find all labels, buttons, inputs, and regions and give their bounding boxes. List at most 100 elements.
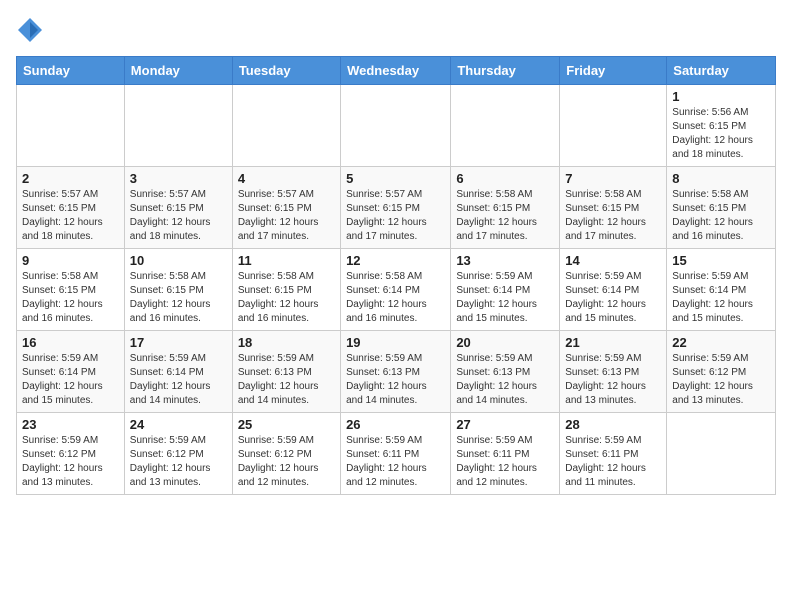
day-number: 17 (130, 335, 227, 350)
day-info: Sunrise: 5:57 AM Sunset: 6:15 PM Dayligh… (22, 188, 119, 244)
day-number: 19 (346, 335, 445, 350)
day-info: Sunrise: 5:58 AM Sunset: 6:15 PM Dayligh… (672, 188, 770, 244)
calendar-cell: 4 Sunrise: 5:57 AM Sunset: 6:15 PM Daylig… (232, 167, 340, 249)
day-number: 22 (672, 335, 770, 350)
calendar-cell: 26Sunrise: 5:59 AM Sunset: 6:11 PM Dayli… (341, 413, 451, 495)
calendar-cell: 8 Sunrise: 5:58 AM Sunset: 6:15 PM Daylig… (667, 167, 776, 249)
calendar-cell: 7 Sunrise: 5:58 AM Sunset: 6:15 PM Daylig… (560, 167, 667, 249)
day-of-week-header: Thursday (451, 57, 560, 85)
day-info: Sunrise: 5:59 AM Sunset: 6:13 PM Dayligh… (346, 352, 445, 408)
calendar-cell: 15Sunrise: 5:59 AM Sunset: 6:14 PM Dayli… (667, 249, 776, 331)
day-info: Sunrise: 5:59 AM Sunset: 6:12 PM Dayligh… (22, 434, 119, 490)
day-info: Sunrise: 5:58 AM Sunset: 6:15 PM Dayligh… (456, 188, 554, 244)
calendar-cell (124, 85, 232, 167)
day-info: Sunrise: 5:59 AM Sunset: 6:13 PM Dayligh… (238, 352, 335, 408)
calendar-cell: 21 Sunrise: 5:59 AM Sunset: 6:13 PM Dayli… (560, 331, 667, 413)
calendar-cell (560, 85, 667, 167)
day-of-week-header: Sunday (17, 57, 125, 85)
day-info: Sunrise: 5:58 AM Sunset: 6:15 PM Dayligh… (238, 270, 335, 326)
calendar-cell: 17 Sunrise: 5:59 AM Sunset: 6:14 PM Dayli… (124, 331, 232, 413)
day-info: Sunrise: 5:59 AM Sunset: 6:14 PM Dayligh… (456, 270, 554, 326)
calendar-cell: 22 Sunrise: 5:59 AM Sunset: 6:12 PM Dayli… (667, 331, 776, 413)
calendar-cell: 12 Sunrise: 5:58 AM Sunset: 6:14 PM Dayli… (341, 249, 451, 331)
calendar-week-row: 2 Sunrise: 5:57 AM Sunset: 6:15 PM Daylig… (17, 167, 776, 249)
calendar-cell: 9 Sunrise: 5:58 AM Sunset: 6:15 PM Daylig… (17, 249, 125, 331)
day-number: 28 (565, 417, 661, 432)
day-of-week-header: Saturday (667, 57, 776, 85)
calendar-cell: 14 Sunrise: 5:59 AM Sunset: 6:14 PM Dayli… (560, 249, 667, 331)
day-number: 11 (238, 253, 335, 268)
day-number: 5 (346, 171, 445, 186)
day-number: 15 (672, 253, 770, 268)
day-info: Sunrise: 5:58 AM Sunset: 6:15 PM Dayligh… (130, 270, 227, 326)
calendar-week-row: 1 Sunrise: 5:56 AM Sunset: 6:15 PM Daylig… (17, 85, 776, 167)
calendar-week-row: 16Sunrise: 5:59 AM Sunset: 6:14 PM Dayli… (17, 331, 776, 413)
calendar-cell: 2 Sunrise: 5:57 AM Sunset: 6:15 PM Daylig… (17, 167, 125, 249)
calendar-week-row: 9 Sunrise: 5:58 AM Sunset: 6:15 PM Daylig… (17, 249, 776, 331)
day-info: Sunrise: 5:59 AM Sunset: 6:13 PM Dayligh… (456, 352, 554, 408)
day-number: 3 (130, 171, 227, 186)
calendar-cell: 13 Sunrise: 5:59 AM Sunset: 6:14 PM Dayli… (451, 249, 560, 331)
day-number: 14 (565, 253, 661, 268)
day-info: Sunrise: 5:59 AM Sunset: 6:11 PM Dayligh… (346, 434, 445, 490)
day-info: Sunrise: 5:59 AM Sunset: 6:12 PM Dayligh… (130, 434, 227, 490)
calendar-cell (17, 85, 125, 167)
day-number: 10 (130, 253, 227, 268)
day-info: Sunrise: 5:56 AM Sunset: 6:15 PM Dayligh… (672, 106, 770, 162)
day-info: Sunrise: 5:59 AM Sunset: 6:14 PM Dayligh… (130, 352, 227, 408)
day-info: Sunrise: 5:58 AM Sunset: 6:14 PM Dayligh… (346, 270, 445, 326)
calendar-cell (451, 85, 560, 167)
day-number: 9 (22, 253, 119, 268)
day-info: Sunrise: 5:58 AM Sunset: 6:15 PM Dayligh… (22, 270, 119, 326)
logo-icon (16, 16, 44, 44)
calendar-cell: 24 Sunrise: 5:59 AM Sunset: 6:12 PM Dayli… (124, 413, 232, 495)
day-of-week-header: Tuesday (232, 57, 340, 85)
day-info: Sunrise: 5:57 AM Sunset: 6:15 PM Dayligh… (346, 188, 445, 244)
day-number: 1 (672, 89, 770, 104)
day-of-week-header: Wednesday (341, 57, 451, 85)
day-number: 27 (456, 417, 554, 432)
day-number: 8 (672, 171, 770, 186)
day-number: 24 (130, 417, 227, 432)
day-info: Sunrise: 5:59 AM Sunset: 6:11 PM Dayligh… (565, 434, 661, 490)
calendar-cell: 25Sunrise: 5:59 AM Sunset: 6:12 PM Dayli… (232, 413, 340, 495)
calendar-cell (667, 413, 776, 495)
calendar-cell: 16Sunrise: 5:59 AM Sunset: 6:14 PM Dayli… (17, 331, 125, 413)
day-info: Sunrise: 5:59 AM Sunset: 6:13 PM Dayligh… (565, 352, 661, 408)
day-number: 2 (22, 171, 119, 186)
calendar-cell: 3 Sunrise: 5:57 AM Sunset: 6:15 PM Daylig… (124, 167, 232, 249)
calendar-cell: 20 Sunrise: 5:59 AM Sunset: 6:13 PM Dayli… (451, 331, 560, 413)
day-number: 6 (456, 171, 554, 186)
day-info: Sunrise: 5:57 AM Sunset: 6:15 PM Dayligh… (130, 188, 227, 244)
day-number: 13 (456, 253, 554, 268)
calendar-cell: 18 Sunrise: 5:59 AM Sunset: 6:13 PM Dayli… (232, 331, 340, 413)
calendar-cell: 1 Sunrise: 5:56 AM Sunset: 6:15 PM Daylig… (667, 85, 776, 167)
day-number: 21 (565, 335, 661, 350)
day-of-week-header: Monday (124, 57, 232, 85)
day-info: Sunrise: 5:59 AM Sunset: 6:14 PM Dayligh… (565, 270, 661, 326)
day-info: Sunrise: 5:59 AM Sunset: 6:11 PM Dayligh… (456, 434, 554, 490)
day-number: 23 (22, 417, 119, 432)
day-number: 7 (565, 171, 661, 186)
calendar-cell: 28 Sunrise: 5:59 AM Sunset: 6:11 PM Dayli… (560, 413, 667, 495)
calendar-cell (341, 85, 451, 167)
calendar: SundayMondayTuesdayWednesdayThursdayFrid… (16, 56, 776, 495)
calendar-cell: 10 Sunrise: 5:58 AM Sunset: 6:15 PM Dayli… (124, 249, 232, 331)
day-number: 12 (346, 253, 445, 268)
calendar-week-row: 23 Sunrise: 5:59 AM Sunset: 6:12 PM Dayli… (17, 413, 776, 495)
day-info: Sunrise: 5:59 AM Sunset: 6:12 PM Dayligh… (238, 434, 335, 490)
calendar-cell: 11 Sunrise: 5:58 AM Sunset: 6:15 PM Dayli… (232, 249, 340, 331)
day-info: Sunrise: 5:59 AM Sunset: 6:12 PM Dayligh… (672, 352, 770, 408)
day-number: 20 (456, 335, 554, 350)
calendar-cell (232, 85, 340, 167)
calendar-cell: 23 Sunrise: 5:59 AM Sunset: 6:12 PM Dayli… (17, 413, 125, 495)
day-number: 4 (238, 171, 335, 186)
day-of-week-header: Friday (560, 57, 667, 85)
page-header (16, 16, 776, 44)
day-info: Sunrise: 5:58 AM Sunset: 6:15 PM Dayligh… (565, 188, 661, 244)
day-number: 18 (238, 335, 335, 350)
calendar-cell: 5 Sunrise: 5:57 AM Sunset: 6:15 PM Daylig… (341, 167, 451, 249)
calendar-cell: 27 Sunrise: 5:59 AM Sunset: 6:11 PM Dayli… (451, 413, 560, 495)
day-info: Sunrise: 5:57 AM Sunset: 6:15 PM Dayligh… (238, 188, 335, 244)
calendar-cell: 19 Sunrise: 5:59 AM Sunset: 6:13 PM Dayli… (341, 331, 451, 413)
